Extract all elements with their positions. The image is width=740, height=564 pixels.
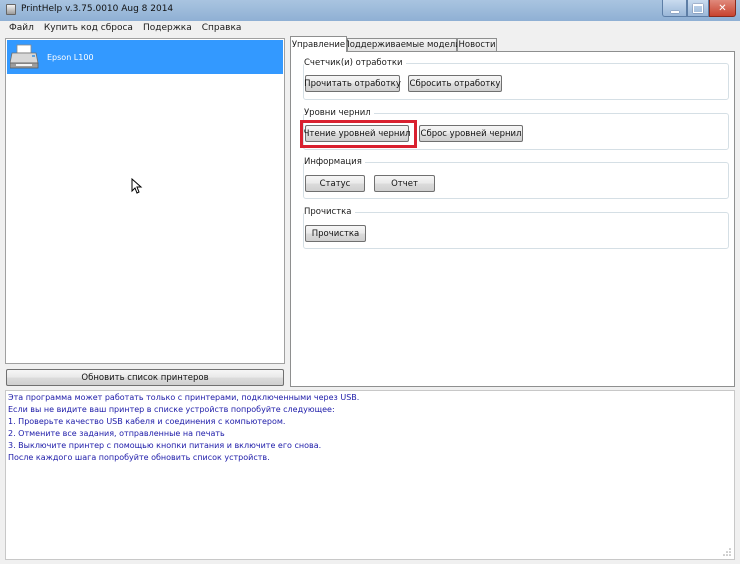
printer-name: Epson L100	[47, 53, 94, 62]
info-group-title: Информация	[304, 157, 365, 167]
tab-management[interactable]: Управление	[290, 36, 347, 52]
printer-list[interactable]: Epson L100	[5, 38, 285, 364]
ink-levels-group: Уровни чернил Чтение уровней чернил Сбро…	[300, 108, 729, 150]
app-icon	[6, 4, 16, 15]
mouse-cursor-icon	[131, 178, 143, 194]
log-line: 3. Выключите принтер с помощью кнопки пи…	[8, 441, 322, 450]
minimize-icon	[670, 10, 679, 13]
reset-counters-button[interactable]: Сбросить отработку	[408, 75, 502, 92]
ink-levels-group-title: Уровни чернил	[304, 108, 374, 118]
close-icon: ✕	[718, 2, 727, 14]
maximize-icon	[693, 3, 703, 13]
printer-icon	[10, 44, 39, 69]
menu-file[interactable]: Файл	[0, 23, 39, 33]
log-line: 1. Проверьте качество USB кабеля и соеди…	[8, 417, 286, 426]
counters-group-title: Счетчик(и) отработки	[304, 58, 406, 68]
info-log[interactable]: Эта программа может работать только с пр…	[5, 390, 735, 560]
close-button[interactable]: ✕	[709, 0, 736, 17]
management-panel: Счетчик(и) отработки Прочитать отработку…	[290, 51, 735, 387]
window-title: PrintHelp v.3.75.0010 Aug 8 2014	[21, 4, 174, 14]
resize-grip-icon[interactable]	[722, 547, 732, 557]
log-line: Эта программа может работать только с пр…	[8, 393, 360, 402]
cleaning-group-title: Прочистка	[304, 207, 355, 217]
maximize-button[interactable]	[687, 0, 709, 17]
log-line: Если вы не видите ваш принтер в списке у…	[8, 405, 335, 414]
menu-help[interactable]: Справка	[197, 23, 247, 33]
cleaning-button[interactable]: Прочистка	[305, 225, 366, 242]
highlight-frame	[300, 120, 417, 148]
menu-buy-code[interactable]: Купить код сброса	[39, 23, 138, 33]
menu-bar: Файл Купить код сброса Подержка Справка	[0, 21, 740, 35]
status-button[interactable]: Статус	[305, 175, 365, 192]
counters-group: Счетчик(и) отработки Прочитать отработку…	[303, 58, 729, 100]
read-counters-button[interactable]: Прочитать отработку	[304, 75, 401, 92]
printer-list-item[interactable]: Epson L100	[7, 40, 283, 74]
info-group: Информация Статус Отчет	[303, 157, 729, 199]
minimize-button[interactable]	[662, 0, 687, 17]
report-button[interactable]: Отчет	[374, 175, 435, 192]
tab-supported-models[interactable]: Поддерживаемые модели	[343, 38, 461, 51]
cleaning-group: Прочистка Прочистка	[303, 207, 729, 249]
tab-news[interactable]: Новости	[457, 38, 497, 51]
printhelp-window: PrintHelp v.3.75.0010 Aug 8 2014 ✕ Файл …	[0, 0, 740, 564]
log-line: После каждого шага попробуйте обновить с…	[8, 453, 270, 462]
menu-support[interactable]: Подержка	[138, 23, 197, 33]
log-line: 2. Отмените все задания, отправленные на…	[8, 429, 225, 438]
title-bar[interactable]: PrintHelp v.3.75.0010 Aug 8 2014 ✕	[0, 0, 740, 22]
reset-ink-levels-button[interactable]: Сброс уровней чернил	[419, 125, 523, 142]
refresh-printers-button[interactable]: Обновить список принтеров	[6, 369, 284, 386]
